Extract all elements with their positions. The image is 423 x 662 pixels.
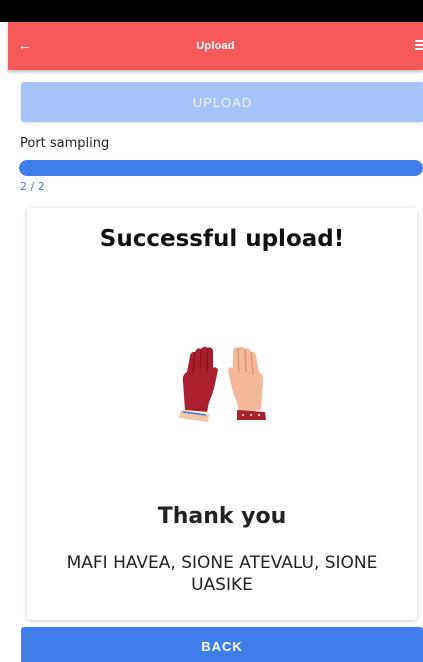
- red-glove-hand: [179, 346, 218, 422]
- app-bar-title: Upload: [196, 40, 235, 52]
- upload-screen: ← Upload UPLOAD Port sampling 2 / 2 Succ…: [0, 0, 423, 662]
- success-title: Successful upload!: [99, 226, 345, 252]
- app-bar: ← Upload: [8, 22, 423, 70]
- upload-button[interactable]: UPLOAD: [21, 82, 423, 122]
- back-button[interactable]: BACK: [21, 627, 423, 662]
- menu-icon[interactable]: [415, 40, 423, 52]
- high-five-hands-icon: [179, 346, 266, 422]
- status-bar: [0, 0, 423, 22]
- success-card: Successful upload! Thank you MAFI HAVEA,…: [27, 208, 417, 620]
- progress-count: 2 / 2: [20, 180, 45, 193]
- progress-bar: [19, 160, 423, 176]
- progress-bar-fill: [19, 160, 423, 176]
- thank-you-heading: Thank you: [157, 504, 287, 529]
- bare-hand: [228, 346, 266, 420]
- progress-label: Port sampling: [20, 136, 110, 151]
- participant-names: MAFI HAVEA, SIONE ATEVALU, SIONE UASIKE: [66, 553, 378, 595]
